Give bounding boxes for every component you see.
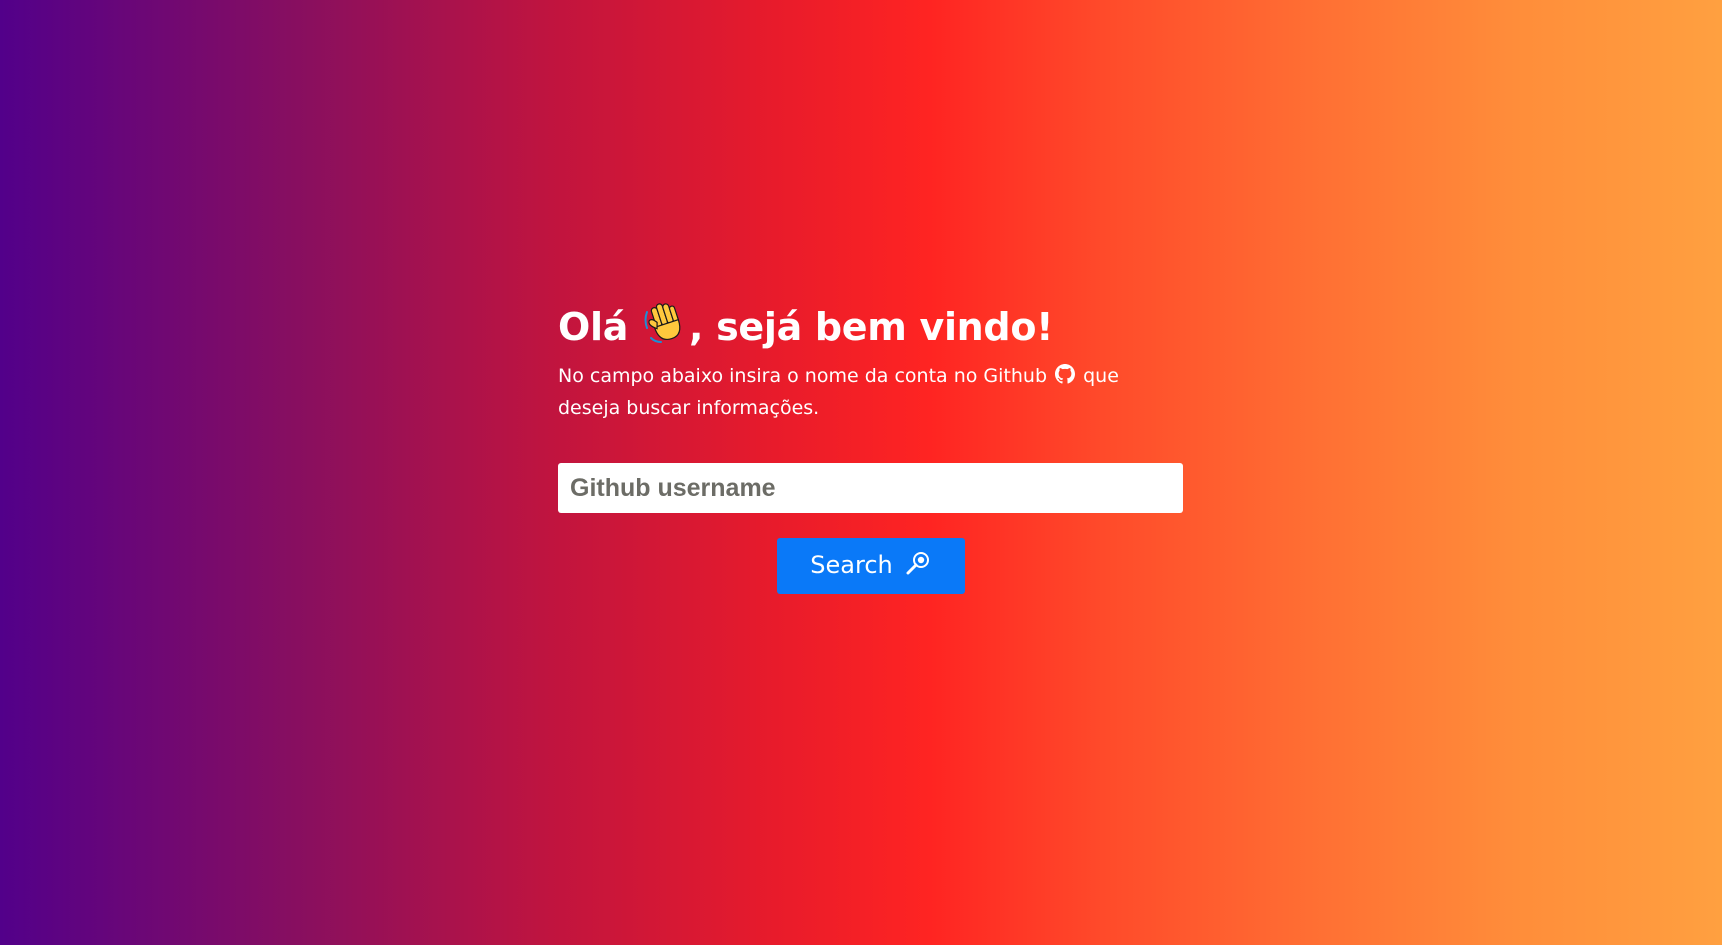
title-suffix: , sejá bem vindo! [689,305,1054,349]
search-button[interactable]: Search [776,538,965,594]
welcome-panel: Olá , sejá bem vindo! No campo abaixo in… [558,299,1184,594]
github-icon [1055,363,1076,393]
intro-text: No campo abaixo insira o nome da conta n… [558,361,1184,423]
waving-hand-icon [643,300,687,359]
page-title: Olá , sejá bem vindo! [558,299,1184,359]
intro-text-start: No campo abaixo insira o nome da conta n… [558,365,1047,387]
button-row: Search [558,538,1183,594]
github-username-input[interactable] [558,463,1183,513]
magnifier-icon [905,550,931,582]
search-button-label: Search [810,551,893,579]
title-prefix: Olá [558,305,629,349]
